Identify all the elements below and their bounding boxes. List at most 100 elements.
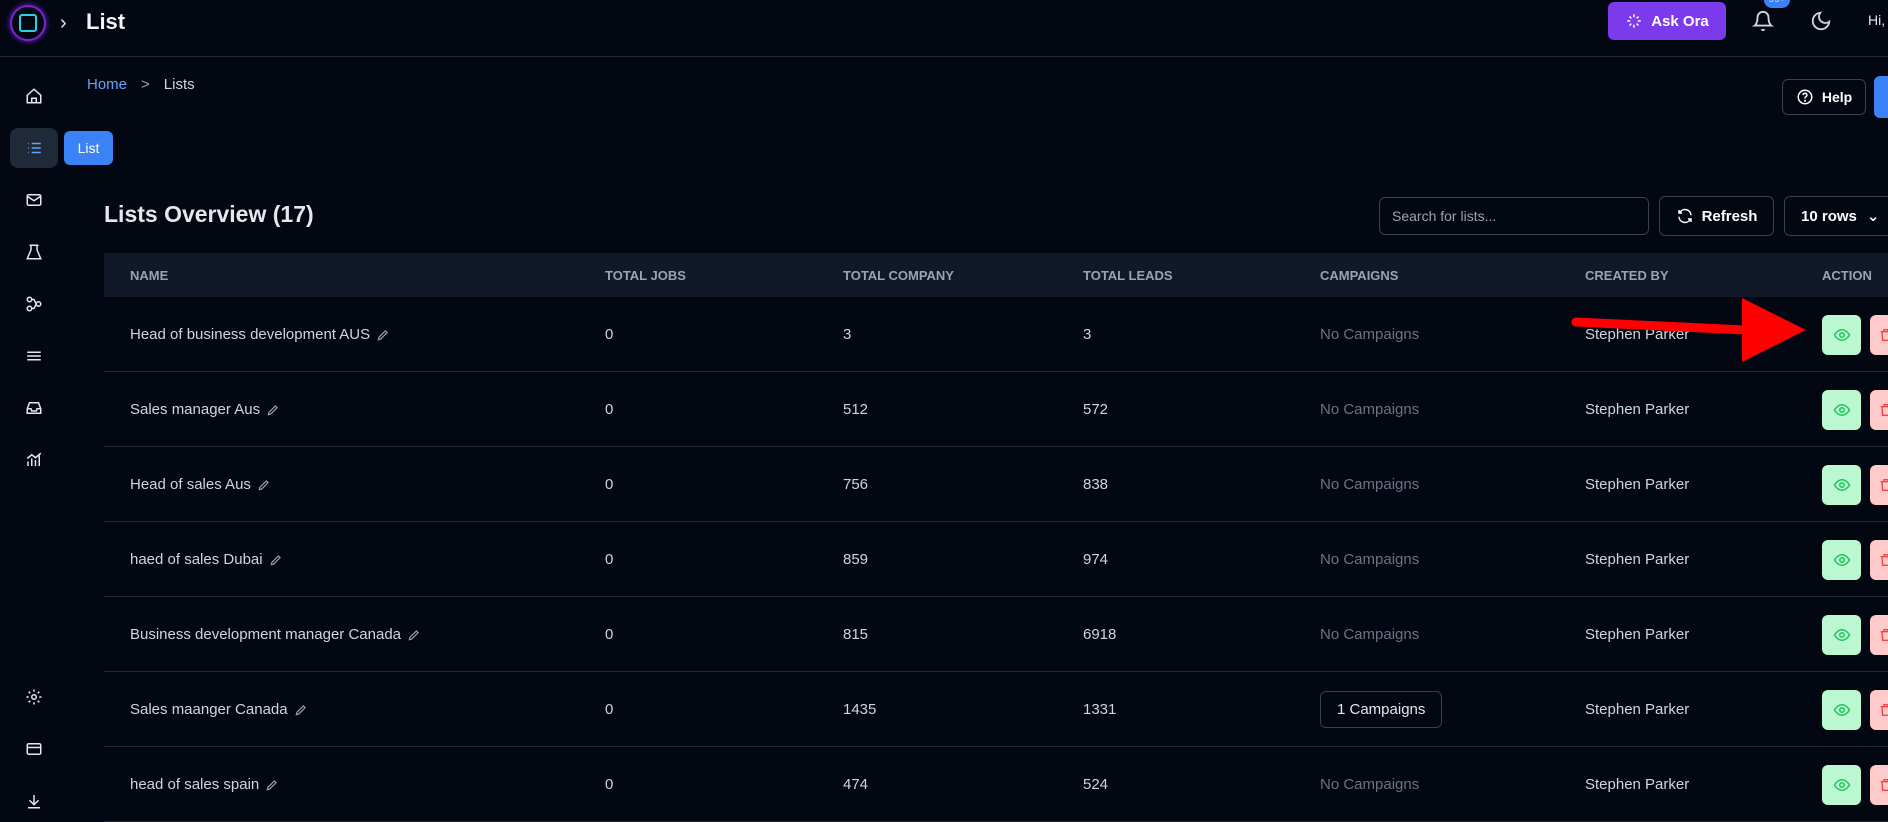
- help-label: Help: [1821, 89, 1853, 105]
- sidebar-item-mail[interactable]: [10, 180, 58, 220]
- list-name[interactable]: Head of sales Aus: [130, 476, 251, 493]
- refresh-label: Refresh: [1701, 207, 1758, 225]
- list-name[interactable]: Head of business development AUS: [130, 326, 370, 343]
- sidebar-item-billing[interactable]: [10, 729, 58, 769]
- view-button[interactable]: [1822, 615, 1861, 655]
- table-row: Sales manager Aus 0 512 572 No Campaigns…: [104, 372, 1888, 447]
- ask-ora-label: Ask Ora: [1651, 12, 1709, 30]
- pencil-icon[interactable]: [269, 553, 283, 567]
- sidebar-item-workflow[interactable]: [10, 284, 58, 324]
- total-leads-value: 1331: [1083, 701, 1117, 718]
- created-by-value: Stephen Parker: [1585, 551, 1690, 568]
- header-total-leads: TOTAL LEADS: [1083, 267, 1173, 283]
- refresh-button[interactable]: Refresh: [1659, 196, 1774, 236]
- sidebar-item-lab[interactable]: [10, 232, 58, 272]
- sparkle-icon: [1627, 14, 1641, 28]
- eye-icon: [1833, 553, 1850, 567]
- delete-button[interactable]: [1870, 765, 1888, 805]
- primary-action-button[interactable]: [1874, 76, 1888, 118]
- list-name[interactable]: head of sales spain: [130, 776, 259, 793]
- campaigns-value: No Campaigns: [1320, 476, 1420, 493]
- campaigns-value: No Campaigns: [1320, 776, 1420, 793]
- total-leads-value: 524: [1083, 776, 1109, 793]
- total-company-value: 859: [843, 551, 869, 568]
- trash-icon: [1880, 779, 1888, 791]
- list-name-cell: Head of business development AUS: [130, 297, 390, 372]
- user-greeting[interactable]: Hi,: [1868, 12, 1885, 28]
- eye-icon: [1833, 328, 1850, 342]
- flask-icon: [26, 244, 42, 260]
- total-jobs-value: 0: [605, 476, 614, 493]
- total-jobs-value: 0: [605, 701, 614, 718]
- total-company-value: 512: [843, 401, 869, 418]
- view-button[interactable]: [1822, 690, 1861, 730]
- view-button[interactable]: [1822, 465, 1861, 505]
- logo-ring: [10, 5, 46, 41]
- breadcrumb-home-link[interactable]: Home: [87, 76, 127, 93]
- pencil-icon[interactable]: [376, 328, 390, 342]
- lists-overview-title: Lists Overview (17): [104, 201, 314, 227]
- sidebar-item-settings[interactable]: [10, 677, 58, 717]
- created-by-value: Stephen Parker: [1585, 776, 1690, 793]
- total-leads-value: 6918: [1083, 626, 1117, 643]
- campaigns-cell: No Campaigns: [1320, 522, 1419, 597]
- breadcrumb-separator: >: [141, 76, 150, 93]
- view-button[interactable]: [1822, 765, 1861, 805]
- moon-icon[interactable]: [1810, 10, 1832, 32]
- help-button[interactable]: Help: [1782, 79, 1866, 115]
- delete-button[interactable]: [1870, 690, 1888, 730]
- total-company-value: 815: [843, 626, 869, 643]
- pencil-icon[interactable]: [407, 628, 421, 642]
- bell-icon[interactable]: [1752, 10, 1774, 32]
- list-name[interactable]: Sales maanger Canada: [130, 701, 288, 718]
- total-jobs-value: 0: [605, 326, 614, 343]
- sidebar-item-analytics[interactable]: [10, 440, 58, 480]
- created-by-value: Stephen Parker: [1585, 476, 1690, 493]
- pencil-icon[interactable]: [266, 403, 280, 417]
- list-name[interactable]: Sales manager Aus: [130, 401, 260, 418]
- campaigns-pill[interactable]: 1 Campaigns: [1320, 691, 1443, 728]
- sidebar-item-menu[interactable]: [10, 336, 58, 376]
- table-body: Head of business development AUS 0 3 3 N…: [104, 297, 1888, 822]
- help-circle-icon: [1797, 89, 1813, 105]
- total-company-value: 3: [843, 326, 852, 343]
- delete-button[interactable]: [1870, 540, 1888, 580]
- list-name[interactable]: Business development manager Canada: [130, 626, 401, 643]
- total-company-value: 474: [843, 776, 869, 793]
- delete-button[interactable]: [1870, 315, 1888, 355]
- sidebar-item-download[interactable]: [10, 781, 58, 821]
- total-leads-value: 572: [1083, 401, 1109, 418]
- ask-ora-button[interactable]: Ask Ora: [1608, 2, 1726, 40]
- created-by-value: Stephen Parker: [1585, 401, 1690, 418]
- pencil-icon[interactable]: [257, 478, 271, 492]
- delete-button[interactable]: [1870, 615, 1888, 655]
- eye-icon: [1833, 778, 1850, 792]
- pencil-icon[interactable]: [265, 778, 279, 792]
- breadcrumb: Home > Lists: [87, 76, 195, 93]
- pencil-icon[interactable]: [294, 703, 308, 717]
- app-logo[interactable]: [4, 2, 52, 44]
- rows-per-page-select[interactable]: 10 rows ⌄: [1784, 196, 1888, 236]
- view-button[interactable]: [1822, 390, 1861, 430]
- list-name[interactable]: haed of sales Dubai: [130, 551, 263, 568]
- created-by-value: Stephen Parker: [1585, 701, 1690, 718]
- table-row: haed of sales Dubai 0 859 974 No Campaig…: [104, 522, 1888, 597]
- view-button[interactable]: [1822, 315, 1861, 355]
- list-icon: [28, 142, 41, 154]
- list-name-cell: head of sales spain: [130, 747, 279, 822]
- gear-icon: [26, 689, 42, 705]
- home-icon: [26, 88, 42, 104]
- delete-button[interactable]: [1870, 465, 1888, 505]
- header-total-company: TOTAL COMPANY: [843, 267, 954, 283]
- page-title: List: [86, 9, 126, 34]
- breadcrumb-current: Lists: [163, 76, 195, 93]
- sidebar-item-home[interactable]: [10, 76, 58, 116]
- total-leads-value: 974: [1083, 551, 1109, 568]
- sidebar-item-inbox[interactable]: [10, 388, 58, 428]
- total-leads-value: 838: [1083, 476, 1109, 493]
- chevron-right-icon[interactable]: ›: [60, 12, 67, 35]
- delete-button[interactable]: [1870, 390, 1888, 430]
- search-lists-input[interactable]: [1379, 197, 1649, 235]
- view-button[interactable]: [1822, 540, 1861, 580]
- sidebar-item-lists[interactable]: [10, 128, 58, 168]
